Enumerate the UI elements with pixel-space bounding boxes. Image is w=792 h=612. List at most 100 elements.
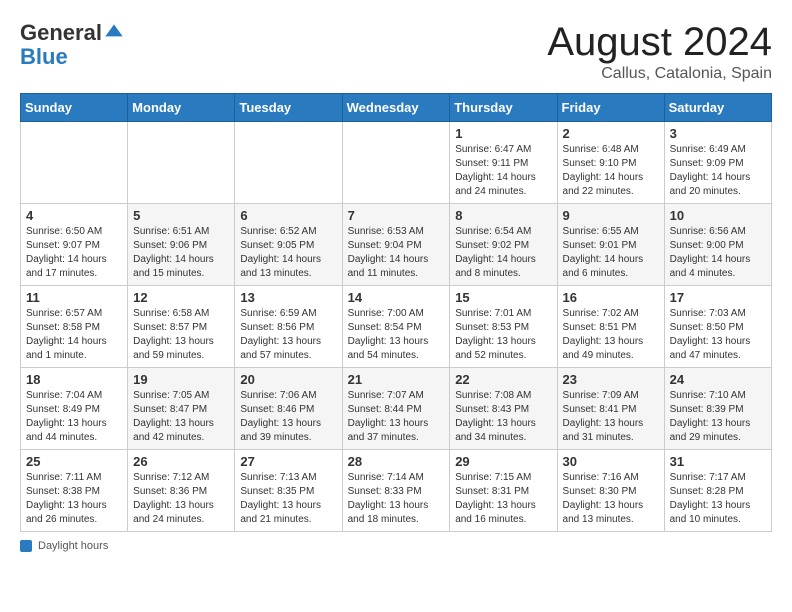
calendar-week-row: 18Sunrise: 7:04 AM Sunset: 8:49 PM Dayli… — [21, 368, 772, 450]
day-info: Sunrise: 7:01 AM Sunset: 8:53 PM Dayligh… — [455, 307, 551, 363]
day-number: 8 — [455, 208, 551, 223]
calendar-cell: 31 Sunrise: 7:17 AM Sunset: 8:28 PM Dayli… — [664, 450, 771, 532]
calendar-cell: 15 Sunrise: 7:01 AM Sunset: 8:53 PM Dayli… — [450, 286, 557, 368]
calendar-week-row: 1 Sunrise: 6:47 AM Sunset: 9:11 PM Daylig… — [21, 122, 772, 204]
day-number: 27 — [240, 454, 336, 469]
day-number: 7 — [348, 208, 445, 223]
day-number: 17 — [670, 290, 766, 305]
calendar-header-sunday: Sunday — [21, 94, 128, 122]
day-info: Sunrise: 6:53 AM Sunset: 9:04 PM Dayligh… — [348, 225, 445, 281]
calendar-cell: 6Sunrise: 6:52 AM Sunset: 9:05 PM Daylig… — [235, 204, 342, 286]
day-info: Sunrise: 7:12 AM Sunset: 8:36 PM Dayligh… — [133, 471, 229, 527]
page-header: General Blue August 2024 Callus, Catalon… — [20, 20, 772, 83]
day-info: Sunrise: 7:13 AM Sunset: 8:35 PM Dayligh… — [240, 471, 336, 527]
calendar-cell: 29Sunrise: 7:15 AM Sunset: 8:31 PM Dayli… — [450, 450, 557, 532]
day-info: Sunrise: 7:17 AM Sunset: 8:28 PM Dayligh… — [670, 471, 766, 527]
day-info: Sunrise: 7:09 AM Sunset: 8:41 PM Dayligh… — [563, 389, 659, 445]
day-info: Sunrise: 7:03 AM Sunset: 8:50 PM Dayligh… — [670, 307, 766, 363]
day-number: 22 — [455, 372, 551, 387]
calendar-week-row: 11Sunrise: 6:57 AM Sunset: 8:58 PM Dayli… — [21, 286, 772, 368]
day-number: 19 — [133, 372, 229, 387]
logo: General Blue — [20, 20, 124, 68]
calendar-cell: 3Sunrise: 6:49 AM Sunset: 9:09 PM Daylig… — [664, 122, 771, 204]
day-info: Sunrise: 7:08 AM Sunset: 8:43 PM Dayligh… — [455, 389, 551, 445]
calendar-header-row: SundayMondayTuesdayWednesdayThursdayFrid… — [21, 94, 772, 122]
day-number: 26 — [133, 454, 229, 469]
calendar-cell: 21 Sunrise: 7:07 AM Sunset: 8:44 PM Dayli… — [342, 368, 450, 450]
day-number: 3 — [670, 126, 766, 141]
day-info: Sunrise: 7:14 AM Sunset: 8:33 PM Dayligh… — [348, 471, 445, 527]
calendar-header-wednesday: Wednesday — [342, 94, 450, 122]
calendar-header-monday: Monday — [128, 94, 235, 122]
calendar-header-tuesday: Tuesday — [235, 94, 342, 122]
logo-general: General — [20, 20, 102, 46]
footer-label: Daylight hours — [38, 540, 108, 552]
calendar-cell: 8 Sunrise: 6:54 AM Sunset: 9:02 PM Daylig… — [450, 204, 557, 286]
day-number: 21 — [348, 372, 445, 387]
calendar-header-thursday: Thursday — [450, 94, 557, 122]
day-info: Sunrise: 6:56 AM Sunset: 9:00 PM Dayligh… — [670, 225, 766, 281]
calendar-cell — [235, 122, 342, 204]
footer-dot — [20, 540, 32, 552]
day-info: Sunrise: 7:00 AM Sunset: 8:54 PM Dayligh… — [348, 307, 445, 363]
calendar-cell: 23 Sunrise: 7:09 AM Sunset: 8:41 PM Dayli… — [557, 368, 664, 450]
calendar-cell: 24Sunrise: 7:10 AM Sunset: 8:39 PM Dayli… — [664, 368, 771, 450]
calendar-cell: 2 Sunrise: 6:48 AM Sunset: 9:10 PM Daylig… — [557, 122, 664, 204]
calendar-cell — [21, 122, 128, 204]
logo-blue: Blue — [20, 46, 68, 68]
day-number: 25 — [26, 454, 122, 469]
day-number: 28 — [348, 454, 445, 469]
day-info: Sunrise: 6:55 AM Sunset: 9:01 PM Dayligh… — [563, 225, 659, 281]
day-number: 20 — [240, 372, 336, 387]
day-number: 1 — [455, 126, 551, 141]
calendar-cell: 20 Sunrise: 7:06 AM Sunset: 8:46 PM Dayli… — [235, 368, 342, 450]
title-block: August 2024 Callus, Catalonia, Spain — [547, 20, 772, 83]
day-number: 10 — [670, 208, 766, 223]
calendar-cell: 17 Sunrise: 7:03 AM Sunset: 8:50 PM Dayli… — [664, 286, 771, 368]
calendar-cell: 4Sunrise: 6:50 AM Sunset: 9:07 PM Daylig… — [21, 204, 128, 286]
logo-icon — [104, 23, 124, 43]
day-info: Sunrise: 6:47 AM Sunset: 9:11 PM Dayligh… — [455, 143, 551, 199]
day-info: Sunrise: 7:10 AM Sunset: 8:39 PM Dayligh… — [670, 389, 766, 445]
location: Callus, Catalonia, Spain — [547, 65, 772, 83]
day-number: 12 — [133, 290, 229, 305]
calendar-week-row: 25 Sunrise: 7:11 AM Sunset: 8:38 PM Dayli… — [21, 450, 772, 532]
day-info: Sunrise: 6:58 AM Sunset: 8:57 PM Dayligh… — [133, 307, 229, 363]
day-number: 16 — [563, 290, 659, 305]
day-number: 6 — [240, 208, 336, 223]
day-number: 13 — [240, 290, 336, 305]
day-info: Sunrise: 7:07 AM Sunset: 8:44 PM Dayligh… — [348, 389, 445, 445]
day-number: 31 — [670, 454, 766, 469]
calendar-cell: 9 Sunrise: 6:55 AM Sunset: 9:01 PM Daylig… — [557, 204, 664, 286]
calendar-cell: 30Sunrise: 7:16 AM Sunset: 8:30 PM Dayli… — [557, 450, 664, 532]
calendar-cell: 19Sunrise: 7:05 AM Sunset: 8:47 PM Dayli… — [128, 368, 235, 450]
calendar-cell: 14 Sunrise: 7:00 AM Sunset: 8:54 PM Dayli… — [342, 286, 450, 368]
day-info: Sunrise: 6:48 AM Sunset: 9:10 PM Dayligh… — [563, 143, 659, 199]
day-info: Sunrise: 7:06 AM Sunset: 8:46 PM Dayligh… — [240, 389, 336, 445]
calendar-header-friday: Friday — [557, 94, 664, 122]
month-year: August 2024 — [547, 20, 772, 65]
calendar-cell: 27 Sunrise: 7:13 AM Sunset: 8:35 PM Dayli… — [235, 450, 342, 532]
calendar-cell: 10 Sunrise: 6:56 AM Sunset: 9:00 PM Dayli… — [664, 204, 771, 286]
day-number: 2 — [563, 126, 659, 141]
day-info: Sunrise: 7:11 AM Sunset: 8:38 PM Dayligh… — [26, 471, 122, 527]
day-number: 29 — [455, 454, 551, 469]
day-info: Sunrise: 6:51 AM Sunset: 9:06 PM Dayligh… — [133, 225, 229, 281]
day-info: Sunrise: 7:16 AM Sunset: 8:30 PM Dayligh… — [563, 471, 659, 527]
day-number: 23 — [563, 372, 659, 387]
day-number: 11 — [26, 290, 122, 305]
day-number: 18 — [26, 372, 122, 387]
day-number: 15 — [455, 290, 551, 305]
calendar-cell: 16 Sunrise: 7:02 AM Sunset: 8:51 PM Dayli… — [557, 286, 664, 368]
day-number: 14 — [348, 290, 445, 305]
calendar-header-saturday: Saturday — [664, 94, 771, 122]
calendar-cell: 25 Sunrise: 7:11 AM Sunset: 8:38 PM Dayli… — [21, 450, 128, 532]
calendar-cell: 7 Sunrise: 6:53 AM Sunset: 9:04 PM Daylig… — [342, 204, 450, 286]
calendar-cell: 18Sunrise: 7:04 AM Sunset: 8:49 PM Dayli… — [21, 368, 128, 450]
day-info: Sunrise: 7:02 AM Sunset: 8:51 PM Dayligh… — [563, 307, 659, 363]
day-number: 9 — [563, 208, 659, 223]
calendar-cell: 5Sunrise: 6:51 AM Sunset: 9:06 PM Daylig… — [128, 204, 235, 286]
day-info: Sunrise: 6:54 AM Sunset: 9:02 PM Dayligh… — [455, 225, 551, 281]
day-info: Sunrise: 6:50 AM Sunset: 9:07 PM Dayligh… — [26, 225, 122, 281]
calendar-cell: 28 Sunrise: 7:14 AM Sunset: 8:33 PM Dayli… — [342, 450, 450, 532]
